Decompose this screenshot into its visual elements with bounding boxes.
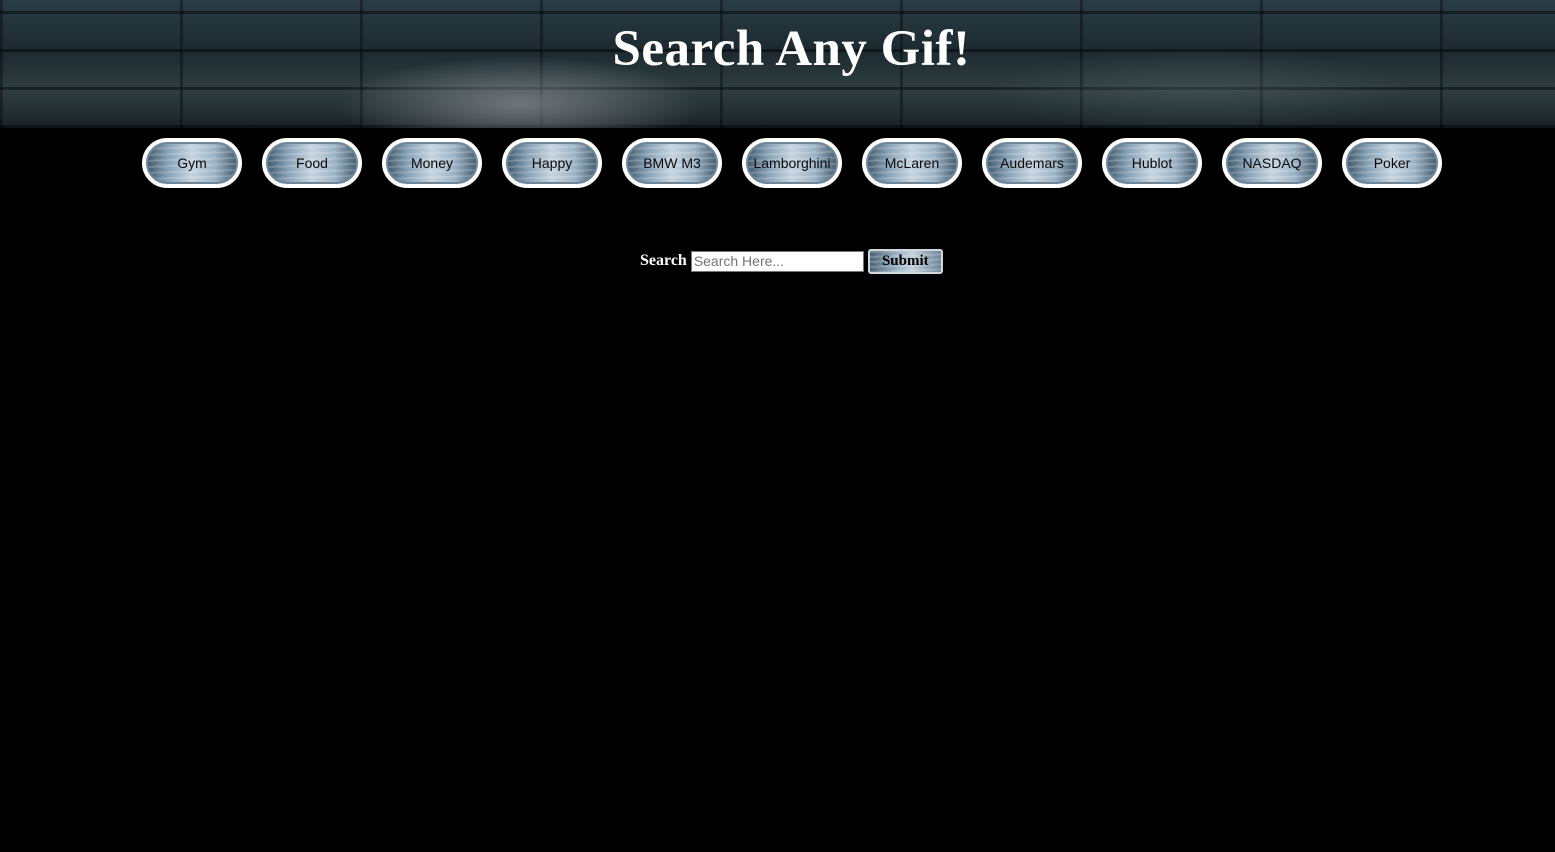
topic-button-lamborghini[interactable]: Lamborghini — [742, 138, 842, 188]
search-label: Search — [640, 252, 687, 269]
header-banner: Search Any Gif! — [0, 0, 1555, 128]
topic-button-gym[interactable]: Gym — [142, 138, 242, 188]
topic-button-audemars[interactable]: Audemars — [982, 138, 1082, 188]
topic-button-food[interactable]: Food — [262, 138, 362, 188]
topic-button-hublot[interactable]: Hublot — [1102, 138, 1202, 188]
topic-button-happy[interactable]: Happy — [502, 138, 602, 188]
topic-button-bmw-m3[interactable]: BMW M3 — [622, 138, 722, 188]
search-form: Search Submit — [640, 248, 943, 274]
topic-button-poker[interactable]: Poker — [1342, 138, 1442, 188]
page-title: Search Any Gif! — [612, 21, 971, 77]
topic-button-mclaren[interactable]: McLaren — [862, 138, 962, 188]
topic-button-money[interactable]: Money — [382, 138, 482, 188]
search-input[interactable] — [690, 250, 864, 272]
topic-button-bar: Gym Food Money Happy BMW M3 Lamborghini … — [142, 138, 1452, 188]
topic-button-nasdaq[interactable]: NASDAQ — [1222, 138, 1322, 188]
submit-button[interactable]: Submit — [867, 248, 943, 274]
